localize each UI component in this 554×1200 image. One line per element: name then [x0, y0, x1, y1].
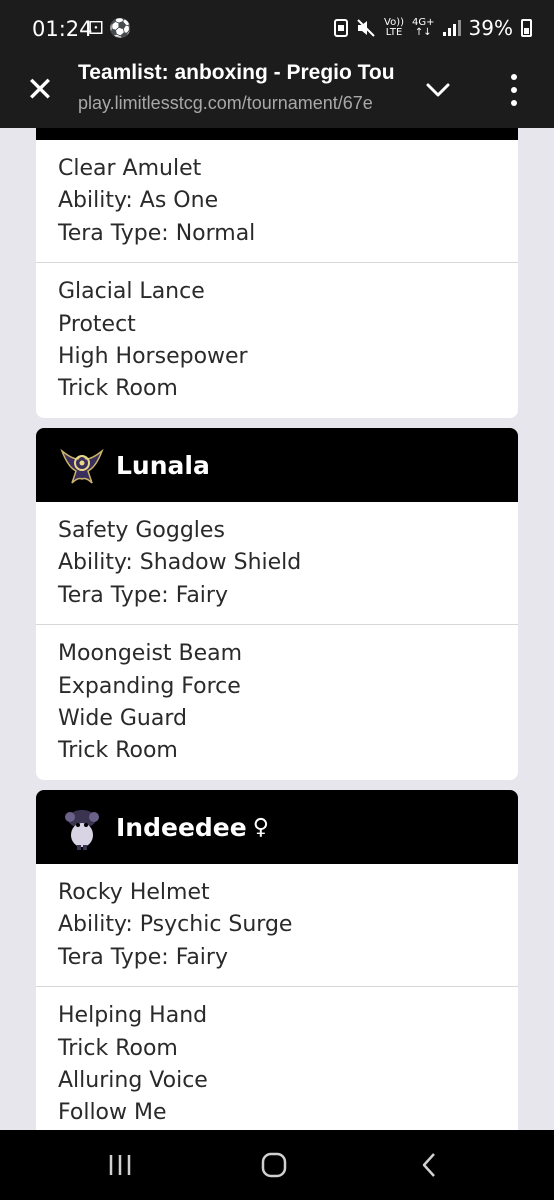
mute-icon: [357, 19, 375, 37]
status-time: 01:24: [32, 17, 93, 41]
moves-section: Glacial Lance Protect High Horsepower Tr…: [36, 262, 518, 418]
move: Follow Me: [58, 1100, 167, 1126]
recent-apps-icon[interactable]: [100, 1150, 140, 1180]
home-icon[interactable]: [254, 1150, 294, 1180]
status-bar: 01:24 ⚀ ⚽ Vo)) LTE 4G+ ↑↓ 39%: [0, 0, 554, 58]
lunala-sprite-icon: [60, 448, 104, 484]
card-header-edge: [36, 128, 518, 140]
chevron-down-icon[interactable]: [424, 76, 452, 104]
pokemon-card-lunala: Lunala Safety Goggles Ability: Shadow Sh…: [36, 428, 518, 780]
tera-type: Tera Type: Normal: [58, 220, 256, 246]
ability: Ability: As One: [58, 188, 219, 214]
move: Alluring Voice: [58, 1068, 208, 1094]
page-url[interactable]: play.limitlesstcg.com/tournament/67e: [78, 93, 398, 114]
status-right-group: Vo)) LTE 4G+ ↑↓ 39%: [334, 16, 532, 40]
item-section: Clear Amulet Ability: As One Tera Type: …: [36, 140, 518, 262]
back-icon[interactable]: [410, 1150, 450, 1180]
move: Trick Room: [58, 738, 178, 764]
moves-section: Moongeist Beam Expanding Force Wide Guar…: [36, 624, 518, 780]
item-section: Rocky Helmet Ability: Psychic Surge Tera…: [36, 864, 518, 986]
battery-icon: [521, 19, 532, 37]
notification-icons: ⚀ ⚽: [88, 18, 132, 39]
ability: Ability: Psychic Surge: [58, 912, 293, 938]
move: Glacial Lance: [58, 279, 205, 305]
tera-type: Tera Type: Fairy: [58, 944, 228, 970]
ability: Ability: Shadow Shield: [58, 550, 302, 576]
network-type-indicator: 4G+ ↑↓: [412, 17, 435, 38]
item-section: Safety Goggles Ability: Shadow Shield Te…: [36, 502, 518, 624]
tera-type: Tera Type: Fairy: [58, 582, 228, 608]
battery-percentage: 39%: [468, 16, 513, 40]
volte-indicator: Vo)) LTE: [384, 17, 405, 38]
pokemon-name: Lunala: [116, 450, 210, 480]
close-icon[interactable]: ✕: [22, 72, 58, 108]
held-item: Safety Goggles: [58, 518, 225, 543]
pokemon-card-indeedee: Indeedee ♀ Rocky Helmet Ability: Psychic…: [36, 790, 518, 1130]
pokemon-card: Clear Amulet Ability: As One Tera Type: …: [36, 128, 518, 418]
pokemon-name: Indeedee: [116, 812, 247, 842]
custom-tab-toolbar: ✕ Teamlist: anboxing - Pregio Tou play.l…: [0, 58, 554, 128]
move: Wide Guard: [58, 706, 187, 732]
indeedee-sprite-icon: [65, 810, 99, 850]
moves-section: Helping Hand Trick Room Alluring Voice F…: [36, 986, 518, 1130]
screenshot-icon: [334, 19, 349, 37]
signal-icon: [442, 20, 461, 36]
page-title: Teamlist: anboxing - Pregio Tou: [78, 61, 395, 84]
female-gender-icon: ♀: [252, 814, 269, 840]
more-options-icon[interactable]: [500, 74, 528, 106]
move: Expanding Force: [58, 673, 241, 699]
held-item: Rocky Helmet: [58, 880, 210, 905]
teamlist-content: Clear Amulet Ability: As One Tera Type: …: [0, 128, 554, 1130]
card-header: Lunala: [36, 428, 518, 502]
move: Trick Room: [58, 1035, 178, 1061]
move: Trick Room: [58, 376, 178, 402]
move: Helping Hand: [58, 1003, 208, 1029]
move: Protect: [58, 311, 136, 337]
system-navigation-bar: [0, 1130, 554, 1200]
held-item: Clear Amulet: [58, 156, 202, 181]
move: Moongeist Beam: [58, 641, 243, 667]
move: High Horsepower: [58, 344, 248, 370]
card-header: Indeedee ♀: [36, 790, 518, 864]
